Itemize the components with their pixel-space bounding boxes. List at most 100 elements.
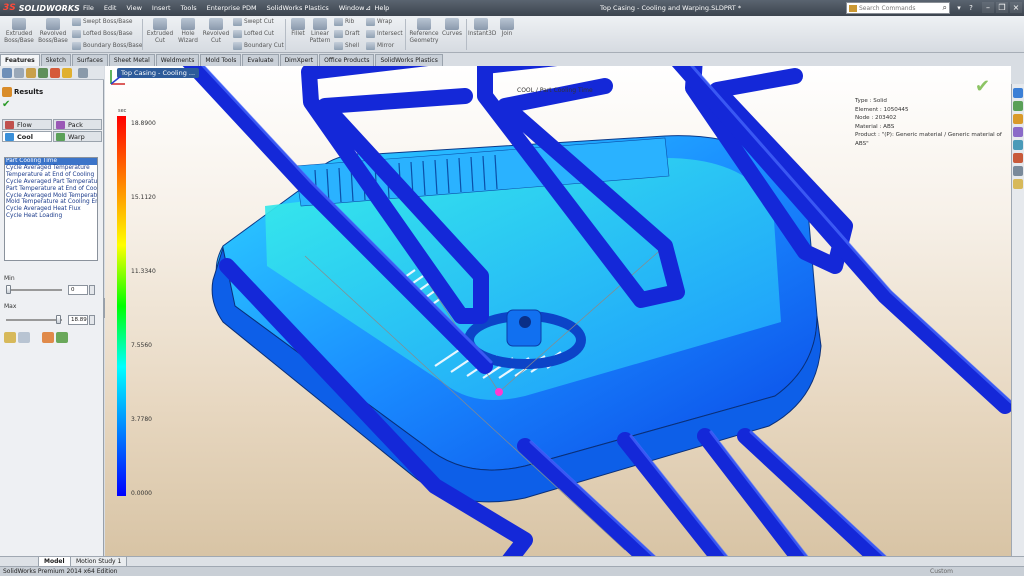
plastics-task-icon[interactable] [1013,179,1023,189]
tab-solidworks-plastics[interactable]: SolidWorks Plastics [375,54,443,66]
dropdown-icon[interactable]: ▾ [953,2,965,14]
lofted-cut-button[interactable]: Lofted Cut [233,29,274,39]
tab-mold-tools[interactable]: Mold Tools [200,54,242,66]
panel-arrow-icon[interactable] [78,68,88,78]
appearances-icon[interactable] [1013,153,1023,163]
tab-cool[interactable]: Cool [2,131,52,142]
file-explorer-icon[interactable] [1013,114,1023,124]
custom-properties-icon[interactable] [1013,166,1023,176]
plot-options-icon[interactable] [4,332,16,343]
fillet-button[interactable]: Fillet [288,18,308,38]
tab-office-products[interactable]: Office Products [319,54,375,66]
tab-sheet-metal[interactable]: Sheet Metal [108,54,155,66]
lofted-boss-button[interactable]: Lofted Boss/Base [72,29,133,39]
extruded-cut-button[interactable]: Extruded Cut [145,18,175,45]
close-icon[interactable]: × [1010,2,1022,13]
mirror-button[interactable]: Mirror [366,41,394,51]
solidworks-resources-icon[interactable] [1013,88,1023,98]
search-results-icon[interactable] [1013,127,1023,137]
confirmation-check-icon[interactable]: ✔ [975,76,990,97]
list-item[interactable]: Cycle Averaged Heat Flux [5,206,97,213]
instant3d-button[interactable]: Instant3D [468,18,496,38]
animate-icon[interactable] [42,332,54,343]
menu-insert[interactable]: Insert [147,0,176,16]
graphics-area[interactable]: Top Casing - Cooling ... COOL / Part Coo… [105,66,1011,556]
list-item[interactable]: Cycle Averaged Part Temperature [5,179,97,186]
tab-sketch[interactable]: Sketch [40,54,71,66]
property-manager-icon[interactable] [14,68,24,78]
search-scope-icon[interactable] [849,5,857,12]
intersect-button[interactable]: Intersect [366,29,403,39]
save-plot-icon[interactable] [18,332,30,343]
menu-file[interactable]: File [78,0,99,16]
menu-solidworks-plastics[interactable]: SolidWorks Plastics [262,0,334,16]
curves-button[interactable]: Curves [441,18,463,38]
min-spinner[interactable] [89,285,95,295]
search-input[interactable] [859,3,937,13]
tab-flow[interactable]: Flow [2,119,52,130]
linear-pattern-button[interactable]: Linear Pattern [308,18,332,45]
display-manager-icon[interactable] [50,68,60,78]
list-item[interactable]: Cycle Averaged Mold Temperature [5,193,97,200]
extruded-boss-button[interactable]: Extruded Boss/Base [3,18,35,45]
boundary-boss-button[interactable]: Boundary Boss/Base [72,41,142,51]
min-slider-thumb[interactable] [6,285,11,294]
menu-tools[interactable]: Tools [176,0,202,16]
search-icon[interactable]: ⌕ [943,3,947,13]
tab-surfaces[interactable]: Surfaces [71,54,108,66]
min-value-field[interactable]: 0 [68,285,88,295]
rib-button[interactable]: Rib [334,17,354,27]
view-palette-icon[interactable] [1013,140,1023,150]
cooling-leg-2[interactable] [617,432,728,556]
export-icon[interactable] [56,332,68,343]
tab-warp[interactable]: Warp [53,131,102,142]
configuration-manager-icon[interactable] [26,68,36,78]
restore-icon[interactable]: ❐ [996,2,1008,13]
minimize-icon[interactable]: – [982,2,994,13]
list-item[interactable]: Part Temperature at End of Cooling [5,186,97,193]
list-item[interactable]: Temperature at End of Cooling [5,172,97,179]
revolved-cut-button[interactable]: Revolved Cut [201,18,231,45]
design-library-icon[interactable] [1013,101,1023,111]
list-item[interactable]: Cycle Averaged Temperature [5,165,97,172]
list-item[interactable]: Cycle Heat Loading [5,213,97,220]
swept-cut-button[interactable]: Swept Cut [233,17,274,27]
draft-button[interactable]: Draft [334,29,360,39]
list-item[interactable]: Part Cooling Time [5,158,97,165]
feature-manager-icon[interactable] [2,68,12,78]
join-button[interactable]: Join [497,18,517,38]
plastics-manager-icon[interactable] [62,68,72,78]
min-slider-track[interactable] [6,289,62,291]
tab-features[interactable]: Features [0,54,40,66]
wrap-button[interactable]: Wrap [366,17,392,27]
max-spinner[interactable] [89,315,95,325]
pin-icon[interactable]: ⊿ [362,2,374,14]
probe-marker[interactable] [495,388,503,396]
tab-weldments[interactable]: Weldments [155,54,200,66]
swept-boss-button[interactable]: Swept Boss/Base [72,17,132,27]
menu-view[interactable]: View [121,0,146,16]
draft-icon [334,30,343,38]
solidworks-logo[interactable]: 3S SOLIDWORKS [3,2,80,14]
dimxpert-manager-icon[interactable] [38,68,48,78]
menu-enterprise-pdm[interactable]: Enterprise PDM [202,0,262,16]
tab-pack[interactable]: Pack [53,119,102,130]
menu-edit[interactable]: Edit [99,0,122,16]
ok-check-icon[interactable]: ✔ [2,99,10,110]
max-slider-track[interactable] [6,319,62,321]
result-type-list[interactable]: Part Cooling Time Cycle Averaged Tempera… [4,157,98,261]
boundary-cut-button[interactable]: Boundary Cut [233,41,284,51]
document-breadcrumb[interactable]: Top Casing - Cooling ... [117,68,200,78]
shell-button[interactable]: Shell [334,41,359,51]
revolved-boss-button[interactable]: Revolved Boss/Base [36,18,70,45]
help-icon[interactable]: ? [965,2,977,14]
units-status[interactable]: Custom [930,567,953,576]
max-value-field[interactable]: 18.89 [68,315,88,325]
reference-geometry-button[interactable]: Reference Geometry [408,18,440,45]
search-commands[interactable]: ⌕ [846,2,950,14]
list-item[interactable]: Mold Temperature at Cooling End [5,199,97,206]
tab-evaluate[interactable]: Evaluate [242,54,279,66]
max-slider-thumb[interactable] [56,315,61,324]
hole-wizard-button[interactable]: Hole Wizard [174,18,202,45]
tab-dimxpert[interactable]: DimXpert [279,54,319,66]
